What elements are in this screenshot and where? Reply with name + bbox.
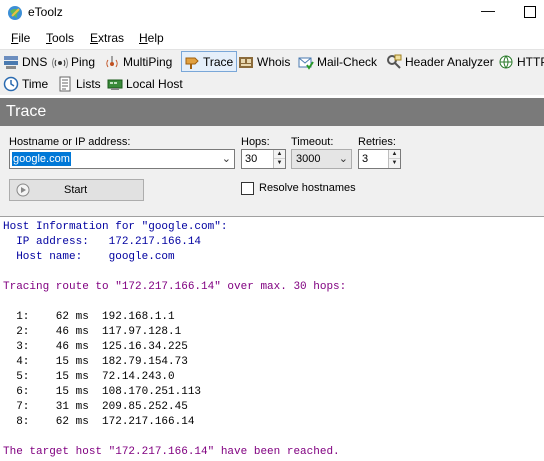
hops-spin-buttons: ▲ ▼ <box>273 150 285 168</box>
tool-time[interactable]: Time <box>3 74 48 94</box>
resolve-hostnames-checkbox[interactable] <box>241 182 254 195</box>
tool-dns-label: DNS <box>22 55 48 69</box>
hop-line: 5: 15 ms 72.14.243.0 <box>3 371 175 383</box>
tool-whois-label: Whois <box>257 55 291 69</box>
tool-http[interactable]: HTTP <box>498 52 544 72</box>
tool-http-label: HTTP <box>517 55 544 69</box>
tool-multiping-label: MultiPing <box>123 55 173 69</box>
menu-extras[interactable]: Extras <box>90 31 124 45</box>
dns-icon <box>4 56 18 69</box>
tool-header-analyzer[interactable]: Header Analyzer <box>386 52 494 72</box>
minimize-button[interactable]: — <box>478 2 498 22</box>
ip-address-line: IP address: 172.217.166.14 <box>3 236 202 248</box>
hops-value: 30 <box>245 153 258 165</box>
title-bar: eToolz — <box>0 0 544 28</box>
hop-line: 2: 46 ms 117.97.128.1 <box>3 326 182 338</box>
toolbar-secondary: Time Lists Local Host <box>0 72 544 95</box>
hostname-label: Hostname or IP address: <box>9 136 131 148</box>
tool-dns[interactable]: DNS <box>3 52 47 72</box>
start-button-label: Start <box>64 184 88 196</box>
retries-spin-buttons: ▲ ▼ <box>388 150 400 168</box>
hops-label: Hops: <box>241 136 270 148</box>
hop-line: 1: 62 ms 192.168.1.1 <box>3 311 175 323</box>
hostname-combobox[interactable]: google.com ⌄ <box>9 149 235 169</box>
tool-header-analyzer-label: Header Analyzer <box>405 55 494 69</box>
menu-bar: File Tools Extras Help <box>0 28 544 48</box>
menu-help[interactable]: Help <box>139 31 164 45</box>
hops-spinner[interactable]: 30 ▲ ▼ <box>241 149 286 169</box>
hop-line: 8: 62 ms 172.217.166.14 <box>3 416 195 428</box>
local-host-icon <box>107 79 123 90</box>
trace-output[interactable]: Host Information for "google.com": IP ad… <box>0 216 544 461</box>
hops-decrement-icon[interactable]: ▼ <box>274 159 285 168</box>
tool-mail-check-label: Mail-Check <box>317 55 378 69</box>
tool-time-label: Time <box>22 77 49 91</box>
retries-spinner[interactable]: 3 ▲ ▼ <box>358 149 401 169</box>
retries-increment-icon[interactable]: ▲ <box>389 150 400 159</box>
hop-line: 7: 31 ms 209.85.252.45 <box>3 401 188 413</box>
tool-whois[interactable]: Whois <box>238 52 290 72</box>
hop-line: 3: 46 ms 125.16.34.225 <box>3 341 188 353</box>
hop-line: 6: 15 ms 108.170.251.113 <box>3 386 202 398</box>
clock-icon <box>3 76 19 92</box>
tool-ping-label: Ping <box>71 55 96 69</box>
resolve-hostnames-label[interactable]: Resolve hostnames <box>259 182 356 194</box>
menu-tools[interactable]: Tools <box>46 31 74 45</box>
ping-icon <box>52 57 68 69</box>
whois-icon <box>239 57 253 68</box>
tool-ping[interactable]: Ping <box>52 52 95 72</box>
app-logo-icon <box>8 6 22 20</box>
hop-line: 4: 15 ms 182.79.154.73 <box>3 356 188 368</box>
start-button[interactable]: Start <box>9 179 144 201</box>
menu-file[interactable]: File <box>11 31 30 45</box>
chevron-down-icon[interactable]: ⌄ <box>222 152 231 165</box>
tool-mail-check[interactable]: Mail-Check <box>298 52 377 72</box>
mail-check-icon <box>298 57 314 70</box>
hops-increment-icon[interactable]: ▲ <box>274 150 285 159</box>
maximize-button[interactable] <box>524 6 536 18</box>
timeout-select[interactable]: 3000 ⌄ <box>291 149 352 169</box>
result-line: The target host "172.217.166.14" have be… <box>3 446 340 458</box>
retries-label: Retries: <box>358 136 396 148</box>
retries-value: 3 <box>362 153 369 165</box>
toolbar-main: DNS Ping MultiPing Trace Whois Mail-Chec… <box>0 49 544 72</box>
timeout-value: 3000 <box>296 153 321 165</box>
tool-multiping[interactable]: MultiPing <box>104 52 172 72</box>
host-name-line: Host name: google.com <box>3 251 175 263</box>
hostname-value: google.com <box>12 152 71 166</box>
play-icon <box>16 183 30 197</box>
tool-trace-label: Trace <box>203 54 234 69</box>
tool-lists-label: Lists <box>76 77 101 91</box>
tool-trace[interactable]: Trace <box>181 51 238 72</box>
window-title: eToolz <box>28 5 63 19</box>
trace-icon <box>185 57 199 69</box>
header-analyzer-icon <box>387 54 402 69</box>
tool-local-host[interactable]: Local Host <box>107 74 183 94</box>
lists-icon <box>59 76 71 92</box>
section-title: Trace <box>0 98 544 126</box>
host-info-header: Host Information for "google.com": <box>3 221 228 233</box>
multiping-icon <box>106 56 118 68</box>
trace-form: Hostname or IP address: google.com ⌄ Hop… <box>0 126 544 216</box>
timeout-label: Timeout: <box>291 136 334 148</box>
tracing-route-line: Tracing route to "172.217.166.14" over m… <box>3 281 347 293</box>
tool-lists[interactable]: Lists <box>57 74 101 94</box>
retries-decrement-icon[interactable]: ▼ <box>389 159 400 168</box>
http-icon <box>499 55 513 69</box>
tool-local-host-label: Local Host <box>126 77 183 91</box>
chevron-down-icon: ⌄ <box>338 153 348 165</box>
